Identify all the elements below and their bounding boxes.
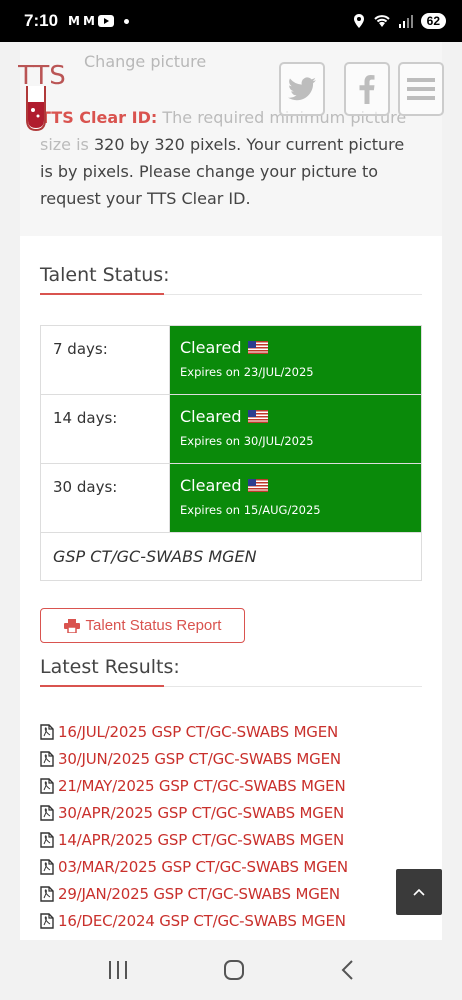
result-link[interactable]: 29/JAN/2025 GSP CT/GC-SWABS MGEN [40,880,348,907]
pdf-icon [40,723,54,740]
home-icon[interactable] [223,959,245,981]
result-link[interactable]: 16/DEC/2024 GSP CT/GC-SWABS MGEN [40,907,348,934]
result-label: 16/DEC/2024 GSP CT/GC-SWABS MGEN [58,911,346,930]
recent-apps-icon[interactable] [107,960,129,980]
result-label: 21/MAY/2025 GSP CT/GC-SWABS MGEN [58,776,346,795]
pdf-icon [40,804,54,821]
result-label: 29/JAN/2025 GSP CT/GC-SWABS MGEN [58,884,340,903]
us-flag-icon [247,479,268,492]
facebook-button[interactable] [344,62,390,116]
status-text: Cleared [180,476,242,495]
period-cell: 7 days: [40,325,170,395]
status-cell: Cleared Expires on 23/JUL/2025 [169,325,422,395]
status-bar: 7:10 M M 62 [0,0,462,42]
wifi-icon [373,15,390,27]
result-label: 30/APR/2025 GSP CT/GC-SWABS MGEN [58,803,344,822]
status-text: Cleared [180,407,242,426]
pdf-icon [40,885,54,902]
result-link[interactable]: 30/APR/2025 GSP CT/GC-SWABS MGEN [40,799,348,826]
period-cell: 30 days: [40,463,170,533]
gmail-icon: M [82,14,95,28]
clock: 7:10 [24,11,59,30]
result-label: 03/MAR/2025 GSP CT/GC-SWABS MGEN [58,857,348,876]
talent-status-header: Talent Status: [40,264,422,295]
back-icon[interactable] [339,959,355,981]
twitter-icon [288,77,316,101]
result-link[interactable]: 30/JUN/2025 GSP CT/GC-SWABS MGEN [40,745,348,772]
scroll-to-top-button[interactable] [396,869,442,915]
change-picture-link[interactable]: Change picture [84,52,206,71]
expiry-text: Expires on 30/JUL/2025 [180,434,314,448]
period-cell: 14 days: [40,394,170,464]
table-row: 30 days: Cleared Expires on 15/AUG/2025 [40,463,422,533]
status-cell: Cleared Expires on 30/JUL/2025 [169,394,422,464]
talent-status-report-button[interactable]: Talent Status Report [40,608,245,643]
youtube-icon [97,15,114,27]
result-label: 30/JUN/2025 GSP CT/GC-SWABS MGEN [58,749,341,768]
pdf-icon [40,831,54,848]
latest-results-list: 16/JUL/2025 GSP CT/GC-SWABS MGEN 30/JUN/… [40,718,348,934]
table-row: 14 days: Cleared Expires on 30/JUL/2025 [40,394,422,464]
expiry-text: Expires on 15/AUG/2025 [180,503,321,517]
tts-logo[interactable]: TTS [17,58,68,132]
expiry-text: Expires on 23/JUL/2025 [180,365,314,379]
system-nav-bar [0,940,462,1000]
us-flag-icon [247,410,268,423]
result-label: 14/APR/2025 GSP CT/GC-SWABS MGEN [58,830,344,849]
page-content: Change picture TTS Clear ID: The require… [20,42,442,940]
result-link[interactable]: 14/APR/2025 GSP CT/GC-SWABS MGEN [40,826,348,853]
table-row: GSP CT/GC-SWABS MGEN [40,532,422,581]
us-flag-icon [247,341,268,354]
result-label: 16/JUL/2025 GSP CT/GC-SWABS MGEN [58,722,339,741]
facebook-icon [359,75,375,104]
printer-icon [63,618,80,633]
signal-icon [398,15,413,28]
chevron-up-icon [413,888,425,896]
status-text: Cleared [180,338,242,357]
result-link[interactable]: 03/MAR/2025 GSP CT/GC-SWABS MGEN [40,853,348,880]
pdf-icon [40,858,54,875]
table-row: 7 days: Cleared Expires on 23/JUL/2025 [40,325,422,395]
location-icon [353,14,364,28]
latest-results-header: Latest Results: [40,656,422,687]
battery-indicator: 62 [420,13,446,29]
notice-text: TTS Clear ID: The required minimum pictu… [40,104,422,212]
menu-icon [407,78,435,100]
twitter-button[interactable] [279,62,325,116]
more-notifications-icon [123,18,129,24]
latest-results-heading: Latest Results: [40,656,180,678]
notice-body: 320 by 320 pixels. Your current picture … [40,135,405,208]
menu-button[interactable] [398,62,444,116]
notification-icons: M M [68,14,129,28]
talent-status-table: 7 days: Cleared Expires on 23/JUL/2025 1… [40,325,422,581]
logo-graphic: TTS [17,61,66,132]
status-cell: Cleared Expires on 15/AUG/2025 [169,463,422,533]
pdf-icon [40,750,54,767]
pdf-icon [40,912,54,929]
talent-status-heading: Talent Status: [40,264,170,286]
test-name-cell: GSP CT/GC-SWABS MGEN [40,532,422,581]
result-link[interactable]: 16/JUL/2025 GSP CT/GC-SWABS MGEN [40,718,348,745]
pdf-icon [40,777,54,794]
result-link[interactable]: 21/MAY/2025 GSP CT/GC-SWABS MGEN [40,772,348,799]
gmail-icon: M [68,14,80,28]
report-button-label: Talent Status Report [85,617,222,634]
